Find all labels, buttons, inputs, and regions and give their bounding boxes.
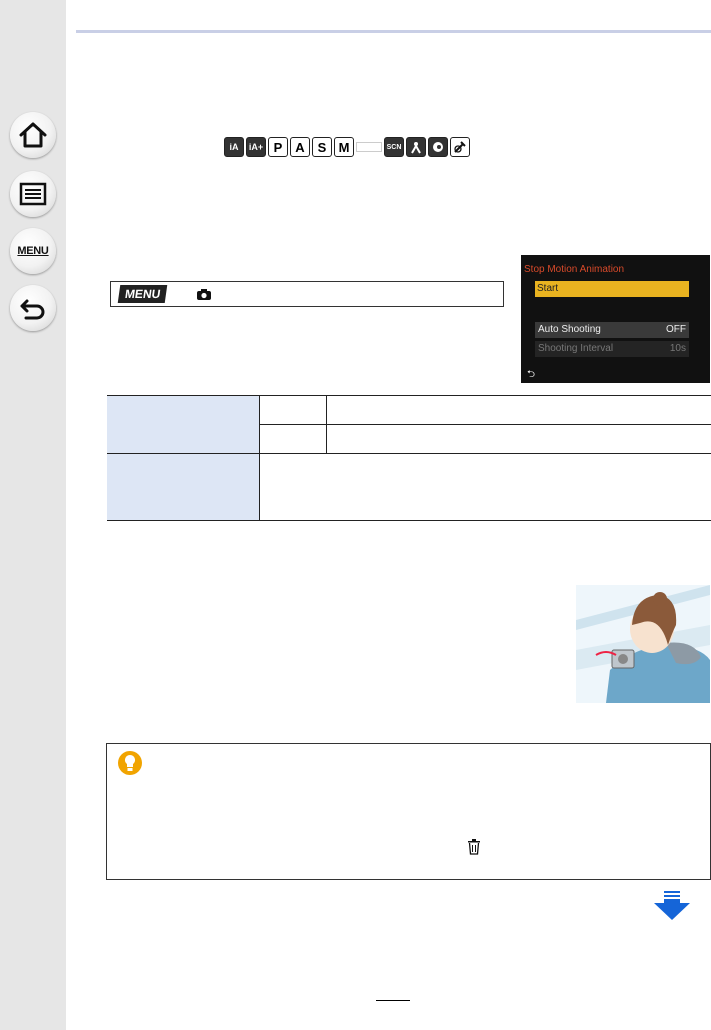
list-icon: [19, 182, 47, 206]
auto-shooting-item: Auto Shooting OFF: [535, 322, 689, 338]
creative-control-icon: [450, 137, 470, 157]
menu-path: MENU: [110, 281, 504, 307]
mode-a-icon: A: [290, 137, 310, 157]
start-item: Start: [535, 281, 689, 297]
mode-p-icon: P: [268, 137, 288, 157]
scene-icon: [428, 137, 448, 157]
scene-guide-icon: SCN: [384, 137, 404, 157]
header-rule: [76, 30, 711, 33]
creative-video-icon-disabled: [356, 142, 382, 152]
table-option-cell: [259, 395, 327, 425]
camera-menu-screen: Stop Motion Animation Start Auto Shootin…: [521, 255, 710, 383]
settings-table: [107, 395, 711, 521]
table-desc-cell: [259, 453, 711, 521]
person-with-camera-illustration: [576, 585, 710, 703]
lightbulb-icon: [118, 751, 142, 775]
menu-label: MENU: [117, 285, 168, 303]
menu-icon: MENU: [17, 245, 49, 257]
table-desc-cell: [326, 395, 711, 425]
sidebar-nav: MENU: [0, 0, 66, 1030]
contents-button[interactable]: [10, 171, 56, 217]
home-button[interactable]: [10, 112, 56, 158]
home-icon: [19, 122, 47, 148]
shooting-interval-value: 10s: [669, 343, 686, 354]
intelligent-auto-plus-icon: iA+: [246, 137, 266, 157]
next-page-arrow-icon[interactable]: [654, 891, 690, 921]
mode-m-icon: M: [334, 137, 354, 157]
table-header-cell: [107, 395, 260, 454]
camera-icon: [197, 288, 212, 300]
auto-shooting-value: OFF: [666, 324, 686, 335]
shooting-interval-label: Shooting Interval: [538, 343, 614, 354]
auto-shooting-label: Auto Shooting: [538, 324, 601, 335]
shooting-interval-item: Shooting Interval 10s: [535, 341, 689, 357]
mode-s-icon: S: [312, 137, 332, 157]
return-icon: ⮌: [527, 369, 536, 380]
tip-box: [106, 743, 711, 880]
back-button[interactable]: [10, 285, 56, 331]
page-number-underline: [376, 1000, 410, 1001]
table-desc-cell: [326, 424, 711, 454]
intelligent-auto-icon: iA: [224, 137, 244, 157]
panorama-icon: [406, 137, 426, 157]
table-header-cell: [107, 453, 260, 521]
camera-screen-title: Stop Motion Animation: [524, 264, 625, 275]
applicable-modes: iA iA+ P A S M SCN: [224, 136, 470, 158]
back-arrow-icon: [20, 299, 45, 320]
menu-button[interactable]: MENU: [10, 228, 56, 274]
table-option-cell: [259, 424, 327, 454]
trash-icon: [468, 839, 480, 855]
